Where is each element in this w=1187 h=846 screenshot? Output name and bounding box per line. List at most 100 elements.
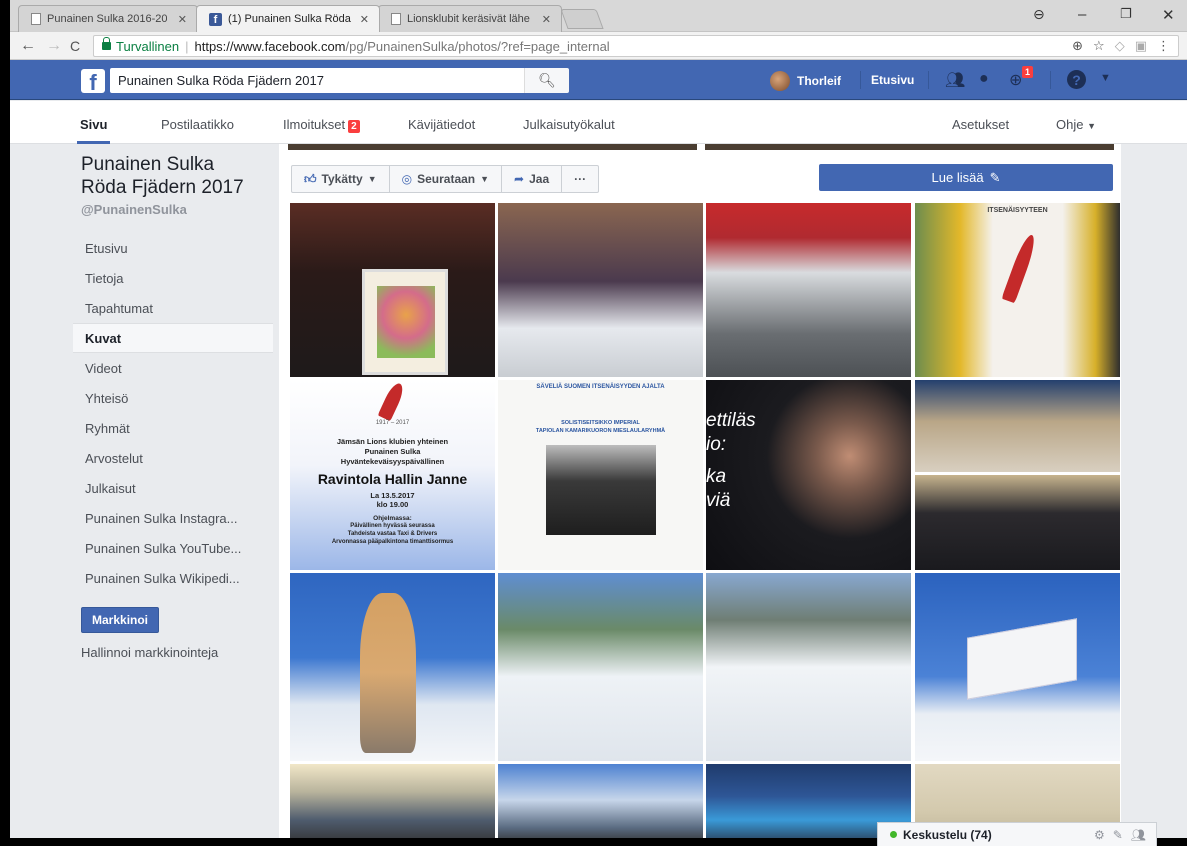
tab-ilmoitukset-label: Ilmoitukset	[283, 117, 346, 132]
messenger-icon[interactable]: ●	[979, 70, 989, 88]
secure-label: Turvallinen	[116, 38, 180, 54]
online-status-icon	[890, 831, 897, 838]
extension-icon[interactable]: ◇	[1115, 38, 1125, 54]
close-window-icon[interactable]: ✕	[1162, 6, 1175, 24]
facebook-logo-icon[interactable]: f	[81, 69, 105, 93]
following-button[interactable]: ◎ Seurataan ▼	[390, 166, 503, 192]
photo-winter-market[interactable]	[290, 764, 495, 838]
search-button[interactable]: 🔍︎	[524, 68, 569, 93]
chat-bar[interactable]: Keskustelu (74) ⚙ ✎ 👥︎	[877, 822, 1157, 846]
sidebar-item-tapahtumat[interactable]: Tapahtumat	[73, 293, 273, 323]
page-action-bar: 👍︎ Tykätty ▼ ◎ Seurataan ▼ ➦ Jaa ···	[291, 165, 600, 193]
poster-line2: Punainen Sulka	[364, 447, 421, 456]
photo-tiger-costume[interactable]	[915, 380, 1120, 472]
tab-punainen-sulka-2016[interactable]: Punainen Sulka 2016-20 ✕	[18, 5, 198, 32]
settings-link[interactable]: Asetukset	[952, 117, 1009, 132]
share-label: Jaa	[529, 172, 550, 186]
page-handle[interactable]: @PunainenSulka	[81, 202, 273, 217]
home-link[interactable]: Etusivu	[871, 73, 914, 87]
tab-facebook[interactable]: f (1) Punainen Sulka Röda ✕	[196, 5, 380, 32]
new-tab-button[interactable]	[560, 9, 604, 29]
learn-more-label: Lue lisää	[931, 170, 984, 185]
tab-ilmoitukset[interactable]: Ilmoitukset 2	[283, 117, 360, 133]
minimize-icon[interactable]: –	[1078, 6, 1086, 23]
help-icon[interactable]: ?	[1067, 70, 1086, 89]
poster-time: klo 19.00	[376, 500, 409, 509]
red-feather-icon	[1001, 232, 1039, 304]
rss-icon: ◎	[401, 172, 413, 186]
notifications-icon[interactable]: ⊕	[1009, 70, 1022, 90]
back-arrow-icon[interactable]: ←	[20, 37, 36, 55]
url-input[interactable]: Turvallinen | https://www.facebook.com /…	[93, 35, 1179, 57]
zoom-icon[interactable]: ⊕	[1072, 38, 1083, 54]
menu-dots-icon[interactable]: ⋮	[1157, 38, 1170, 54]
bookmark-star-icon[interactable]: ☆	[1093, 38, 1105, 54]
sidebar-item-etusivu[interactable]: Etusivu	[73, 233, 273, 263]
photo-band[interactable]	[915, 475, 1120, 570]
document-icon	[391, 13, 401, 25]
sidebar-item-julkaisut[interactable]: Julkaisut	[73, 473, 273, 503]
profile-icon[interactable]: ⊖	[1033, 6, 1045, 23]
more-button[interactable]: ···	[562, 166, 598, 192]
poster-program-3: Arvonnassa pääpalkintona timanttisormus	[331, 539, 454, 545]
close-icon[interactable]: ✕	[360, 13, 369, 26]
photo-lions-banner[interactable]: ITSENÄISYYTEEN	[915, 203, 1120, 377]
extension-g-icon[interactable]: ▣	[1135, 38, 1147, 54]
promote-button[interactable]: Markkinoi	[81, 607, 160, 633]
poster-program-2: Tahdeista vastaa Taxi & Drivers	[347, 531, 438, 537]
poster-line3: Hyväntekeväisyyspäivällinen	[340, 457, 445, 466]
search-input[interactable]	[110, 68, 566, 93]
chat-icons: ⚙ ✎ 👥︎	[1094, 828, 1156, 842]
tab-title: (1) Punainen Sulka Röda	[228, 13, 351, 25]
profile-link[interactable]: Thorleif	[770, 71, 841, 91]
photo-tent-stand[interactable]	[706, 203, 911, 377]
sidebar-item-tietoja[interactable]: Tietoja	[73, 263, 273, 293]
photo-singer[interactable]: ettiläs io: ka viä	[706, 380, 911, 570]
sidebar-item-arvostelut[interactable]: Arvostelut	[73, 443, 273, 473]
sidebar-item-videot[interactable]: Videot	[73, 353, 273, 383]
learn-more-button[interactable]: Lue lisää ✎	[819, 164, 1113, 191]
photo-market-tents[interactable]	[498, 764, 703, 838]
chevron-down-icon: ▼	[1087, 121, 1097, 131]
photo-snow-flags[interactable]	[915, 573, 1120, 761]
close-icon[interactable]: ✕	[542, 13, 551, 26]
photo-dinner-poster[interactable]: 1917 – 2017 Jämsän Lions klubien yhteine…	[290, 380, 495, 570]
share-button[interactable]: ➦ Jaa	[502, 166, 563, 192]
close-icon[interactable]: ✕	[178, 13, 187, 26]
sidebar-item-youtube[interactable]: Punainen Sulka YouTube...	[73, 533, 273, 563]
tab-kavijatiedot[interactable]: Kävijätiedot	[408, 117, 475, 132]
reload-icon[interactable]: C	[70, 38, 80, 54]
chat-label: Keskustelu (74)	[903, 827, 992, 842]
tab-julkaisutyokalut[interactable]: Julkaisutyökalut	[523, 117, 615, 132]
sidebar-item-yhteiso[interactable]: Yhteisö	[73, 383, 273, 413]
restore-icon[interactable]: ❐	[1120, 6, 1132, 22]
photo-snow-sculpture[interactable]	[706, 573, 911, 761]
forward-arrow-icon[interactable]: →	[46, 37, 62, 55]
compose-icon[interactable]: ✎	[1113, 828, 1123, 842]
photo-sales-table[interactable]	[498, 203, 703, 377]
tab-title: Lionsklubit keräsivät lähe	[407, 13, 530, 25]
account-menu-caret-icon[interactable]: ▼	[1100, 72, 1111, 84]
gear-icon[interactable]: ⚙	[1094, 828, 1105, 842]
singers-group-photo	[546, 445, 656, 535]
sidebar-item-instagram[interactable]: Punainen Sulka Instagra...	[73, 503, 273, 533]
tab-sivu[interactable]: Sivu	[76, 117, 111, 144]
contacts-icon[interactable]: 👥︎	[1131, 828, 1146, 842]
help-dropdown[interactable]: Ohje ▼	[1056, 117, 1096, 132]
sidebar-item-wikipedia[interactable]: Punainen Sulka Wikipedi...	[73, 563, 273, 593]
ilmoitukset-badge: 2	[348, 120, 360, 133]
photo-snow-sculpting[interactable]	[498, 573, 703, 761]
photo-mascot[interactable]	[290, 573, 495, 761]
tab-postilaatikko[interactable]: Postilaatikko	[161, 117, 234, 132]
share-arrow-icon: ➦	[514, 172, 525, 186]
photo-concert-poster[interactable]: SÄVELIÄ SUOMEN ITSENÄISYYDEN AJALTA SOLI…	[498, 380, 703, 570]
sidebar-item-ryhmat[interactable]: Ryhmät	[73, 413, 273, 443]
liked-button[interactable]: 👍︎ Tykätty ▼	[292, 166, 390, 192]
page-title[interactable]: Punainen Sulka Röda Fjädern 2017	[81, 153, 273, 199]
friend-requests-icon[interactable]: 👥︎	[945, 70, 965, 90]
photo-choir[interactable]	[290, 203, 495, 377]
manage-promotions-link[interactable]: Hallinnoi markkinointeja	[81, 645, 273, 660]
tab-lionsklubit[interactable]: Lionsklubit keräsivät lähe ✕	[378, 5, 562, 32]
sidebar-item-kuvat[interactable]: Kuvat	[73, 323, 273, 353]
address-bar: ← → C Turvallinen | https://www.facebook…	[10, 32, 1187, 60]
